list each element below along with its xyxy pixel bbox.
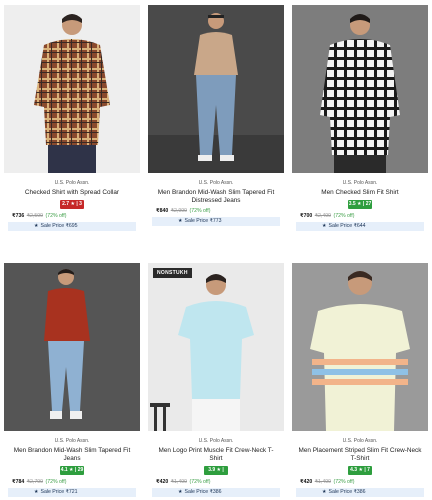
product-brand: U.S. Polo Assn. bbox=[54, 180, 90, 186]
product-photo-striped-tshirt bbox=[292, 263, 428, 431]
price-row: ₹736 ₹2,599 (72% off) bbox=[4, 213, 140, 219]
star-icon: ★ bbox=[34, 489, 39, 495]
product-card[interactable]: U.S. Polo Assn. Men Placement Striped Sl… bbox=[292, 263, 428, 497]
star-icon: ★ bbox=[178, 489, 183, 495]
product-image[interactable] bbox=[148, 5, 284, 173]
product-card[interactable]: NONSTUKH U.S. Polo Assn. Men Logo Print … bbox=[148, 263, 284, 497]
sale-price-label: Sale Price ₹386 bbox=[328, 489, 366, 495]
sale-price-label: Sale Price ₹644 bbox=[328, 223, 366, 229]
product-image[interactable]: NONSTUKH bbox=[148, 263, 284, 431]
product-mrp: ₹2,499 bbox=[314, 213, 332, 219]
product-price: ₹420 bbox=[300, 479, 313, 485]
sale-price-label: Sale Price ₹695 bbox=[40, 223, 78, 229]
rating-badge: 3.9 ★ | 129 bbox=[204, 466, 228, 482]
sale-price-banner: ★ Sale Price ₹773 bbox=[152, 217, 280, 226]
product-price: ₹736 bbox=[12, 213, 25, 219]
star-icon: ★ bbox=[34, 223, 39, 229]
product-mrp: ₹1,499 bbox=[314, 479, 332, 485]
rating-badge: 4.3 ★ | 7 bbox=[348, 466, 372, 475]
sale-price-banner: ★ Sale Price ₹386 bbox=[152, 488, 280, 497]
product-brand: U.S. Polo Assn. bbox=[54, 438, 90, 444]
star-icon: ★ bbox=[178, 218, 183, 224]
product-discount: (72% off) bbox=[45, 213, 67, 219]
product-title[interactable]: Men Placement Striped Slim Fit Crew-Neck… bbox=[292, 447, 428, 463]
sale-price-label: Sale Price ₹721 bbox=[40, 489, 78, 495]
product-photo-checked-slim-shirt bbox=[292, 5, 428, 173]
sale-price-banner: ★ Sale Price ₹695 bbox=[8, 222, 136, 231]
product-photo-distressed-jeans bbox=[148, 5, 284, 173]
star-icon: ★ bbox=[322, 489, 327, 495]
product-title[interactable]: Checked Shirt with Spread Collar bbox=[4, 189, 140, 197]
sale-price-banner: ★ Sale Price ₹644 bbox=[296, 222, 424, 231]
product-price: ₹784 bbox=[12, 479, 25, 485]
sale-price-label: Sale Price ₹386 bbox=[184, 489, 222, 495]
product-mrp: ₹1,499 bbox=[170, 479, 188, 485]
price-row: ₹700 ₹2,499 (72% off) bbox=[292, 213, 428, 219]
product-title[interactable]: Men Checked Slim Fit Shirt bbox=[292, 189, 428, 197]
product-photo-crew-neck-tshirt bbox=[148, 263, 284, 431]
product-brand: U.S. Polo Assn. bbox=[342, 438, 378, 444]
product-brand: U.S. Polo Assn. bbox=[198, 438, 234, 444]
product-image[interactable] bbox=[4, 5, 140, 173]
product-card[interactable]: U.S. Polo Assn. Men Brandon Mid-Wash Sli… bbox=[4, 263, 140, 497]
product-discount: (72% off) bbox=[189, 479, 211, 485]
product-discount: (72% off) bbox=[333, 479, 355, 485]
product-photo-tapered-jeans bbox=[4, 263, 140, 431]
product-image[interactable] bbox=[292, 263, 428, 431]
sale-price-banner: ★ Sale Price ₹386 bbox=[296, 488, 424, 497]
product-price: ₹840 bbox=[156, 208, 169, 214]
product-tag: NONSTUKH bbox=[153, 268, 192, 278]
product-photo-checked-shirt bbox=[4, 5, 140, 173]
product-discount: (72% off) bbox=[189, 208, 211, 214]
product-card[interactable]: U.S. Polo Assn. Men Checked Slim Fit Shi… bbox=[292, 5, 428, 231]
price-row: ₹784 ₹2,799 (72% off) bbox=[4, 479, 140, 485]
product-title[interactable]: Men Brandon Mid-Wash Slim Tapered Fit Je… bbox=[4, 447, 140, 463]
product-discount: (72% off) bbox=[333, 213, 355, 219]
sale-price-banner: ★ Sale Price ₹721 bbox=[8, 488, 136, 497]
product-mrp: ₹2,999 bbox=[170, 208, 188, 214]
star-icon: ★ bbox=[322, 223, 327, 229]
product-image[interactable] bbox=[292, 5, 428, 173]
product-image[interactable] bbox=[4, 263, 140, 431]
product-title[interactable]: Men Brandon Mid-Wash Slim Tapered Fit Di… bbox=[148, 189, 284, 205]
product-brand: U.S. Polo Assn. bbox=[198, 180, 234, 186]
price-row: ₹420 ₹1,499 (72% off) bbox=[292, 479, 428, 485]
product-card[interactable]: U.S. Polo Assn. Men Brandon Mid-Wash Sli… bbox=[148, 5, 284, 226]
product-brand: U.S. Polo Assn. bbox=[342, 180, 378, 186]
rating-badge: 2.7 ★ | 3 bbox=[60, 200, 84, 209]
price-row: ₹840 ₹2,999 (72% off) bbox=[148, 208, 284, 214]
product-mrp: ₹2,799 bbox=[26, 479, 44, 485]
product-grid: U.S. Polo Assn. Checked Shirt with Sprea… bbox=[0, 0, 432, 500]
product-price: ₹700 bbox=[300, 213, 313, 219]
rating-badge: 4.1 ★ | 29 bbox=[60, 466, 84, 475]
product-discount: (72% off) bbox=[45, 479, 67, 485]
rating-badge: 3.5 ★ | 27 bbox=[348, 200, 372, 209]
product-price: ₹420 bbox=[156, 479, 169, 485]
product-card[interactable]: U.S. Polo Assn. Checked Shirt with Sprea… bbox=[4, 5, 140, 231]
sale-price-label: Sale Price ₹773 bbox=[184, 218, 222, 224]
product-title[interactable]: Men Logo Print Muscle Fit Crew-Neck T-Sh… bbox=[148, 447, 284, 463]
product-mrp: ₹2,599 bbox=[26, 213, 44, 219]
